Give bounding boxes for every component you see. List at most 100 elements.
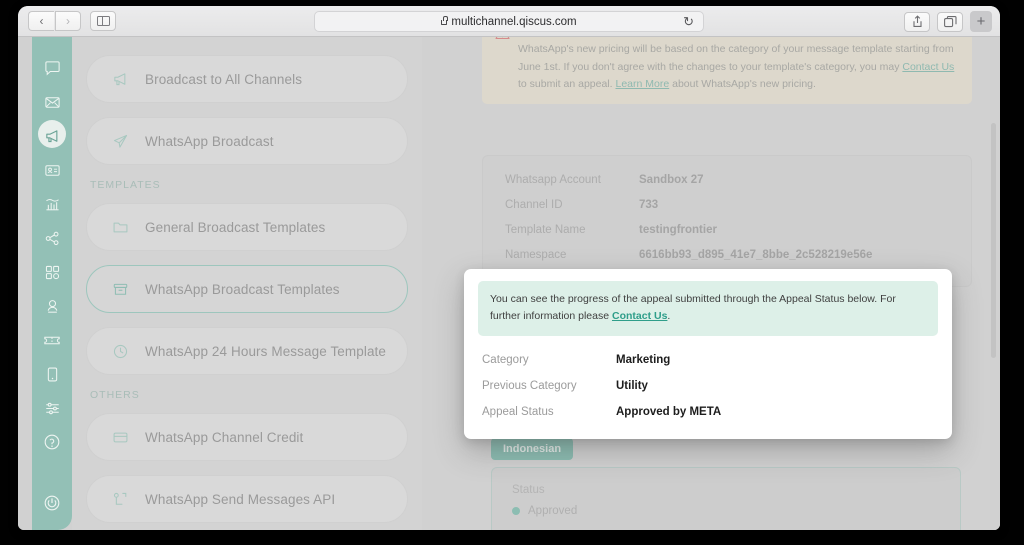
template-info-card: Whatsapp Account Sandbox 27 Channel ID 7…: [482, 155, 972, 287]
nav-item-whatsapp-send-messages-api[interactable]: WhatsApp Send Messages API: [86, 475, 408, 523]
help-icon: [44, 434, 60, 450]
mobile-icon: [47, 367, 57, 381]
nav-item-label: WhatsApp Send Messages API: [145, 491, 336, 507]
rail-item-inbox[interactable]: [32, 85, 72, 119]
contact-card-icon: [44, 164, 60, 176]
nav-item-whatsapp-broadcast[interactable]: WhatsApp Broadcast: [86, 117, 408, 165]
warning-triangle-icon: [495, 37, 510, 46]
nav-item-whatsapp-broadcast-templates[interactable]: WhatsApp Broadcast Templates: [86, 265, 408, 313]
nav-item-whatsapp-24-hours-template[interactable]: WhatsApp 24 Hours Message Template: [86, 327, 408, 375]
modal-row-key: Category: [482, 353, 529, 366]
toolbar-right-group: +: [904, 11, 992, 32]
notice-text-before: You can see the progress of the appeal s…: [490, 293, 896, 322]
modal-row-category: Category Marketing: [478, 347, 938, 373]
rail-item-contacts[interactable]: [32, 153, 72, 187]
send-icon: [111, 132, 129, 150]
language-chip-indonesian[interactable]: Indonesian: [491, 438, 574, 460]
rail-item-power[interactable]: [32, 486, 72, 520]
rail-item-analytics[interactable]: [32, 187, 72, 221]
nav-item-label: General Broadcast Templates: [145, 219, 326, 235]
category-change-alert: template category may be changed if it d…: [482, 37, 972, 105]
rail-item-apps[interactable]: [32, 255, 72, 289]
back-button[interactable]: ‹: [28, 11, 54, 31]
modal-row-value: Approved by META: [616, 405, 722, 418]
alert-contact-us-link[interactable]: Contact Us: [902, 61, 954, 73]
notice-text-after: .: [667, 309, 671, 322]
info-row-value: testingfrontier: [639, 224, 717, 236]
alert-text-part-2: to submit an appeal.: [518, 77, 616, 90]
reload-icon[interactable]: ↻: [683, 15, 694, 28]
status-value-row: Approved: [512, 505, 940, 517]
modal-row-previous-category: Previous Category Utility: [478, 373, 938, 399]
rail-item-user[interactable]: [32, 289, 72, 323]
new-tab-button[interactable]: +: [970, 11, 992, 32]
power-icon: [44, 495, 60, 511]
settings-sliders-icon: [45, 402, 59, 414]
notice-contact-us-link[interactable]: Contact Us: [612, 310, 667, 322]
modal-row-appeal-status: Appeal Status Approved by META: [478, 399, 938, 425]
analytics-icon: [45, 198, 59, 210]
user-icon: [47, 299, 57, 313]
nav-item-whatsapp-channel-credit[interactable]: WhatsApp Channel Credit: [86, 413, 408, 461]
info-row-namespace: Namespace 6616bb93_d895_41e7_8bbe_2c5282…: [505, 249, 949, 261]
tabs-overview-icon: [943, 15, 957, 27]
info-row-whatsapp-account: Whatsapp Account Sandbox 27: [505, 174, 949, 186]
rail-item-settings[interactable]: [32, 391, 72, 425]
nav-button-group: ‹ ›: [28, 11, 81, 31]
folder-icon: [111, 218, 129, 236]
rail-item-mobile[interactable]: [32, 357, 72, 391]
megaphone-icon: [111, 70, 129, 88]
nav-item-label: WhatsApp Broadcast Templates: [145, 281, 340, 297]
modal-row-key: Previous Category: [482, 379, 577, 392]
info-row-key: Template Name: [505, 224, 586, 236]
plus-icon: +: [976, 13, 986, 30]
chat-icon: [44, 60, 60, 76]
rail-item-broadcast[interactable]: [32, 119, 72, 153]
info-row-value: 733: [639, 199, 659, 211]
status-dot-icon: [512, 507, 520, 515]
browser-window: ‹ › multichannel.qiscus.com ↻ + Broadcas…: [18, 6, 1000, 530]
nav-item-label: WhatsApp 24 Hours Message Template: [145, 343, 387, 359]
status-value: Approved: [528, 505, 578, 517]
nav-item-general-broadcast-templates[interactable]: General Broadcast Templates: [86, 203, 408, 251]
clock-icon: [111, 342, 129, 360]
ticket-icon: [44, 336, 60, 344]
rail-item-help[interactable]: [32, 425, 72, 459]
modal-row-key: Appeal Status: [482, 405, 554, 418]
sidebar-toggle-button[interactable]: [90, 11, 116, 31]
forward-button[interactable]: ›: [55, 11, 81, 31]
info-row-value: Sandbox 27: [639, 174, 704, 186]
api-node-icon: [111, 490, 129, 508]
inbox-mail-icon: [44, 96, 60, 108]
app-icon-rail: [32, 37, 72, 530]
info-row-template-name: Template Name testingfrontier: [505, 224, 949, 236]
nav-section-templates-title: TEMPLATES: [90, 179, 161, 191]
appeal-status-modal: You can see the progress of the appeal s…: [464, 269, 952, 439]
back-chevron-icon: ‹: [39, 14, 44, 28]
rail-item-tickets[interactable]: [32, 323, 72, 357]
share-icon: [912, 15, 922, 27]
page-scrollbar[interactable]: [991, 123, 996, 358]
credit-card-icon: [111, 428, 129, 446]
nav-item-broadcast-all-channels[interactable]: Broadcast to All Channels: [86, 55, 408, 103]
megaphone-icon: [45, 129, 57, 142]
appeal-notice-banner: You can see the progress of the appeal s…: [478, 281, 938, 336]
info-row-key: Channel ID: [505, 199, 563, 211]
rail-item-chat[interactable]: [32, 51, 72, 85]
archive-icon: [111, 280, 129, 298]
info-row-key: Whatsapp Account: [505, 174, 601, 186]
address-bar-url: multichannel.qiscus.com: [451, 15, 577, 28]
share-button[interactable]: [904, 11, 930, 32]
sidebar-toggle-icon: [96, 15, 110, 27]
address-bar[interactable]: multichannel.qiscus.com ↻: [314, 11, 704, 32]
forward-chevron-icon: ›: [66, 14, 70, 28]
info-row-channel-id: Channel ID 733: [505, 199, 949, 211]
page-viewport: Broadcast to All Channels WhatsApp Broad…: [18, 37, 1000, 530]
browser-toolbar: ‹ › multichannel.qiscus.com ↻ +: [18, 6, 1000, 37]
template-status-card: Status Approved: [491, 467, 961, 530]
status-label: Status: [512, 484, 545, 496]
modal-row-value: Utility: [616, 379, 648, 392]
alert-learn-more-link[interactable]: Learn More: [615, 78, 669, 90]
rail-item-integrations[interactable]: [32, 221, 72, 255]
tabs-overview-button[interactable]: [937, 11, 963, 32]
